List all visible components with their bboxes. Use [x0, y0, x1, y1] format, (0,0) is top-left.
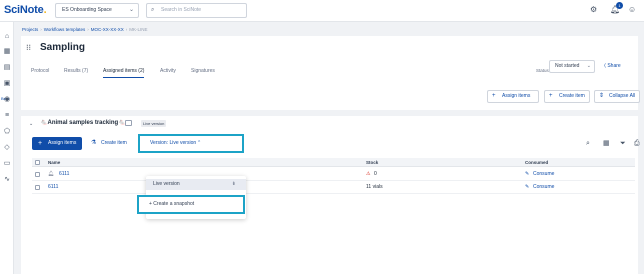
create-item-label: Create item	[559, 93, 585, 99]
column-header-stock[interactable]: Stock	[366, 158, 378, 167]
tab-protocol[interactable]: Protocol	[31, 65, 49, 77]
assign-items-button[interactable]: + Assign items	[487, 90, 539, 103]
tab-signatures[interactable]: Signatures	[191, 65, 215, 77]
breadcrumb-experiment[interactable]: MOC-XX-XX-XX	[91, 27, 124, 32]
flask-icon: ⚗	[91, 140, 97, 146]
repository-section: ⌄ 🐁Animal samples tracking🐁 Live version…	[21, 116, 640, 274]
share-icon: ⟨	[604, 63, 606, 69]
assigned-items-toolbar: + Assign items + Create item ⇕ Collapse All	[21, 85, 640, 110]
status-label: Status	[536, 68, 549, 73]
create-snapshot-option[interactable]: + Create a snapshot	[137, 195, 245, 214]
logo-dot: .	[43, 4, 47, 16]
table-row: 🔔︎ 6111 ⚠ 0 ✎ Consume	[32, 168, 635, 181]
repository-title[interactable]: 🐁Animal samples tracking🐁	[40, 119, 126, 128]
chevron-up-icon: ⌃	[197, 140, 202, 146]
reminder-icon: 🔔︎	[48, 171, 55, 177]
task-icon: ⁝⁝	[26, 43, 32, 52]
documents-icon[interactable]: ▭	[3, 160, 11, 168]
reports-icon[interactable]: ≡	[3, 112, 11, 120]
protocols-icon[interactable]: ◉	[3, 96, 11, 104]
column-header-name[interactable]: Name	[48, 158, 60, 167]
tab-assigned-items[interactable]: Assigned items (2)	[103, 65, 145, 78]
consume-link[interactable]: Consume	[533, 168, 554, 181]
stock-value: 11 vials	[366, 184, 383, 190]
plus-icon: +	[38, 140, 43, 147]
repository-assign-items-button[interactable]: + Assign items	[32, 137, 82, 150]
low-stock-warning-icon: ⚠	[366, 171, 371, 177]
consume-icon: ✎	[525, 184, 530, 190]
grid-view-icon[interactable]: ▦	[603, 139, 610, 148]
search-icon: ⌕	[151, 7, 155, 13]
chevron-down-icon: ⌄	[586, 63, 591, 69]
live-version-option[interactable]: Live version ⇟	[146, 179, 246, 190]
search-placeholder: Search in SciNote	[161, 7, 202, 13]
repository-info-icon[interactable]	[125, 120, 132, 126]
activities-icon[interactable]: ∿	[3, 176, 11, 184]
scinote-logo[interactable]: SciNote.	[4, 4, 47, 16]
breadcrumb-workflows[interactable]: Workflows templates	[44, 27, 85, 32]
left-sidebar: ⌂ ▦ ▤ Beta ▣ ◉ ≡ ⬠ ◇ ▭ ∿	[0, 22, 14, 274]
repository-create-item-button[interactable]: ⚗ Create item	[88, 137, 134, 150]
plus-icon: +	[492, 93, 496, 99]
row-checkbox[interactable]	[35, 185, 40, 190]
space-name: ES Onboarding Space	[62, 7, 112, 13]
top-bar: SciNote. ES Onboarding Space ⌄ ⌕ Search …	[0, 0, 644, 22]
global-search-input[interactable]: ⌕ Search in SciNote	[146, 3, 247, 18]
collapse-all-label: Collapse All	[609, 93, 636, 99]
logo-text: SciNote	[4, 4, 44, 16]
collapse-icon: ⇕	[599, 93, 605, 99]
page-title: Sampling	[40, 42, 86, 53]
stock-value: 0	[374, 171, 377, 177]
status-dropdown[interactable]: Not started ⌄	[549, 60, 595, 73]
create-item-label: Create item	[101, 140, 127, 146]
share-label: Share	[607, 63, 621, 69]
plus-icon: +	[549, 93, 553, 99]
filter-icon[interactable]: ⏷	[620, 139, 626, 148]
create-snapshot-label: + Create a snapshot	[149, 201, 195, 207]
create-item-button[interactable]: + Create item	[544, 90, 590, 103]
item-name-link[interactable]: 6111	[59, 168, 69, 181]
inventory-icon[interactable]: ▣	[3, 80, 11, 88]
storage-icon[interactable]: ◇	[3, 144, 11, 152]
item-name-link[interactable]: 6111	[48, 181, 58, 194]
collapse-chevron-icon[interactable]: ⌄	[29, 121, 33, 127]
live-version-badge: Live version	[141, 120, 167, 127]
breadcrumb-current: MK-LINE	[129, 27, 148, 32]
share-button[interactable]: ⟨ Share	[604, 60, 634, 73]
version-label: Version: Live version	[150, 140, 197, 146]
status-value: Not started	[555, 63, 580, 69]
consume-link[interactable]: Consume	[533, 181, 554, 194]
table-header: Name Stock Consumed	[32, 158, 635, 167]
projects-icon[interactable]: ▤	[3, 64, 11, 72]
live-version-label: Live version	[153, 181, 180, 187]
labels-icon[interactable]: ⬠	[3, 128, 11, 136]
breadcrumb: Projects › Workflows templates › MOC-XX-XX-X…	[22, 27, 148, 32]
user-avatar-icon[interactable]: ☺	[628, 5, 636, 15]
notification-count-badge: 1	[616, 2, 623, 9]
assign-items-label: Assign items	[502, 93, 531, 99]
print-icon[interactable]: ⎙	[634, 139, 640, 148]
breadcrumb-projects[interactable]: Projects	[22, 27, 38, 32]
column-header-consumed[interactable]: Consumed	[525, 158, 548, 167]
home-icon[interactable]: ⌂	[3, 33, 11, 41]
row-checkbox[interactable]	[35, 172, 40, 177]
settings-icon[interactable]: ⚙	[590, 5, 597, 15]
dashboard-icon[interactable]: ▦	[3, 48, 11, 56]
table-row: 6111 11 vials ✎ Consume	[32, 181, 635, 194]
space-selector[interactable]: ES Onboarding Space ⌄	[55, 3, 139, 18]
tab-results[interactable]: Results (7)	[64, 65, 88, 77]
search-icon[interactable]: ⌕	[586, 139, 590, 148]
assign-items-label: Assign items	[48, 140, 77, 146]
version-dropdown-button[interactable]: Version: Live version ⌃	[138, 134, 244, 153]
main-content: Projects › Workflows templates › MOC-XX-XX-X…	[15, 22, 644, 274]
pin-icon: ⇟	[231, 181, 236, 187]
repository-name: Animal samples tracking	[47, 120, 119, 126]
tab-activity[interactable]: Activity	[160, 65, 176, 77]
consume-icon: ✎	[525, 171, 530, 177]
chevron-down-icon: ⌄	[128, 7, 134, 13]
collapse-all-button[interactable]: ⇕ Collapse All	[594, 90, 640, 103]
select-all-checkbox[interactable]	[35, 160, 40, 165]
